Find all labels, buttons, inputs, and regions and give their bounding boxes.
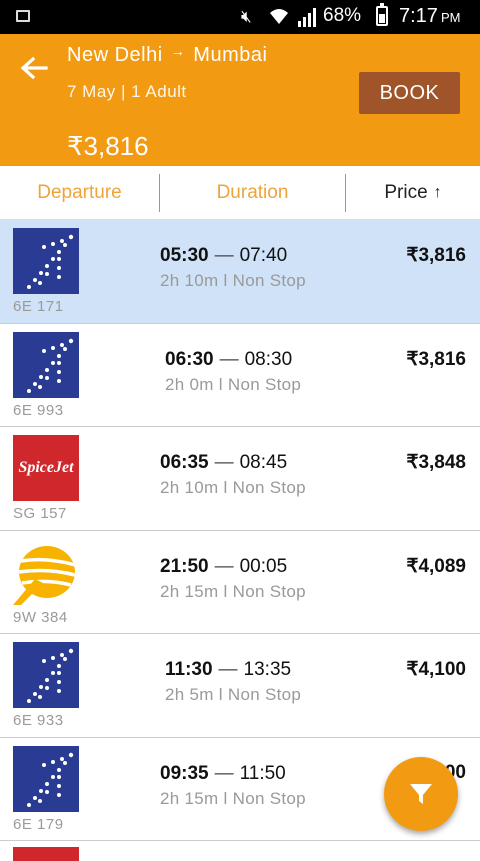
fare-price: ₹3,816 (406, 245, 466, 266)
flight-times: 11:30—13:35 (165, 659, 291, 681)
duration-stops: 2h 5m l Non Stop (165, 685, 302, 704)
flight-times: 06:35—08:45 (160, 452, 287, 474)
sort-departure-label: Departure (37, 182, 122, 203)
flight-row[interactable]: 9W 384 21:50—00:05 2h 15m l Non Stop ₹4,… (0, 530, 480, 634)
departure-time: 21:50 (160, 555, 209, 577)
duration-stops: 2h 10m l Non Stop (160, 478, 306, 497)
flight-number: 9W 384 (13, 608, 68, 626)
time-separator: — (214, 555, 234, 577)
clock: 7:17 PM (399, 5, 460, 28)
indigo-logo-icon (13, 745, 79, 812)
mute-icon: 🔇︎ (241, 7, 252, 27)
departure-time: 05:30 (160, 245, 209, 266)
sort-ascending-icon: ↑ (433, 184, 442, 201)
jet-airways-logo-icon (13, 539, 79, 605)
time-separator: — (214, 245, 234, 266)
sort-departure-tab[interactable]: Departure (0, 166, 159, 220)
flight-times: 09:35—11:50 (160, 763, 286, 785)
route-title: New Delhi → Mumbai (67, 43, 267, 67)
battery-icon (376, 3, 388, 26)
destination-city: Mumbai (193, 44, 268, 66)
duration-stops: 2h 15m l Non Stop (160, 581, 306, 601)
flight-number: 6E 933 (13, 712, 64, 729)
time-separator: — (219, 348, 239, 370)
time-separator: — (218, 659, 238, 680)
spicejet-logo-icon (13, 847, 79, 861)
arrival-time: 13:35 (243, 659, 292, 680)
flight-times: 05:30—07:40 (160, 245, 287, 267)
flight-number: SG 157 (13, 505, 67, 522)
sort-price-label: Price (384, 182, 428, 203)
flight-times: 06:30—08:30 (165, 349, 292, 371)
fare-price: ₹3,816 (406, 348, 466, 370)
fare-price: ₹4,100 (406, 659, 466, 680)
image-notification-icon (16, 10, 30, 22)
duration-stops: 2h 10m l Non Stop (160, 271, 306, 290)
filter-button[interactable] (384, 757, 458, 831)
arrow-left-icon[interactable] (20, 56, 48, 80)
time-separator: — (214, 762, 234, 784)
sort-price-tab[interactable]: Price ↑ (346, 166, 480, 220)
arrival-time: 00:05 (239, 555, 288, 577)
flight-times: 21:50—00:05 (160, 556, 287, 578)
sort-duration-label: Duration (216, 182, 289, 203)
battery-percentage: 68% (323, 5, 362, 26)
flight-row[interactable]: 6E 993 06:30—08:30 2h 0m l Non Stop ₹3,8… (0, 323, 480, 427)
flight-number: 6E 993 (13, 401, 64, 419)
trip-header: New Delhi → Mumbai 7 May | 1 Adult BOOK … (0, 34, 480, 166)
signal-icon (298, 8, 316, 27)
arrival-time: 11:50 (239, 762, 286, 784)
indigo-logo-icon (13, 642, 79, 708)
wifi-icon (270, 9, 288, 24)
duration-stops: 2h 15m l Non Stop (160, 788, 306, 808)
fare-price: ₹3,848 (406, 452, 466, 473)
arrival-time: 08:30 (244, 348, 293, 370)
flight-row[interactable]: 6E 933 11:30—13:35 2h 5m l Non Stop ₹4,1… (0, 634, 480, 738)
origin-city: New Delhi (67, 44, 163, 66)
arrival-time: 08:45 (239, 452, 288, 473)
trip-date-passengers: 7 May | 1 Adult (67, 82, 187, 101)
indigo-logo-icon (13, 228, 79, 294)
clock-ampm: PM (440, 10, 461, 25)
sort-bar: Departure Duration Price ↑ (0, 166, 480, 220)
status-bar: 🔇︎ 68% 7:17 PM (0, 0, 480, 34)
flight-number: 6E 179 (13, 815, 64, 833)
departure-time: 11:30 (165, 659, 213, 680)
indigo-logo-icon (13, 331, 79, 398)
departure-time: 06:35 (160, 452, 209, 473)
flight-row[interactable]: 6E 171 05:30—07:40 2h 10m l Non Stop ₹3,… (0, 220, 480, 324)
departure-time: 09:35 (160, 762, 209, 784)
spicejet-logo-text: SpiceJet (18, 459, 74, 476)
fare-price: ₹4,089 (406, 555, 466, 577)
sort-duration-tab[interactable]: Duration (160, 166, 345, 220)
selected-fare: ₹3,816 (67, 131, 149, 161)
flight-row[interactable] (0, 841, 480, 861)
spicejet-logo-icon: SpiceJet (13, 435, 79, 501)
flight-number: 6E 171 (13, 298, 64, 315)
departure-time: 06:30 (165, 348, 214, 370)
duration-stops: 2h 0m l Non Stop (165, 374, 302, 394)
filter-funnel-icon (410, 784, 432, 804)
route-arrow-icon: → (170, 43, 186, 59)
arrival-time: 07:40 (239, 245, 288, 266)
time-separator: — (214, 452, 234, 473)
clock-time: 7:17 (399, 5, 438, 27)
book-button[interactable]: BOOK (359, 72, 460, 114)
flight-row[interactable]: SpiceJet SG 157 06:35—08:45 2h 10m l Non… (0, 427, 480, 531)
